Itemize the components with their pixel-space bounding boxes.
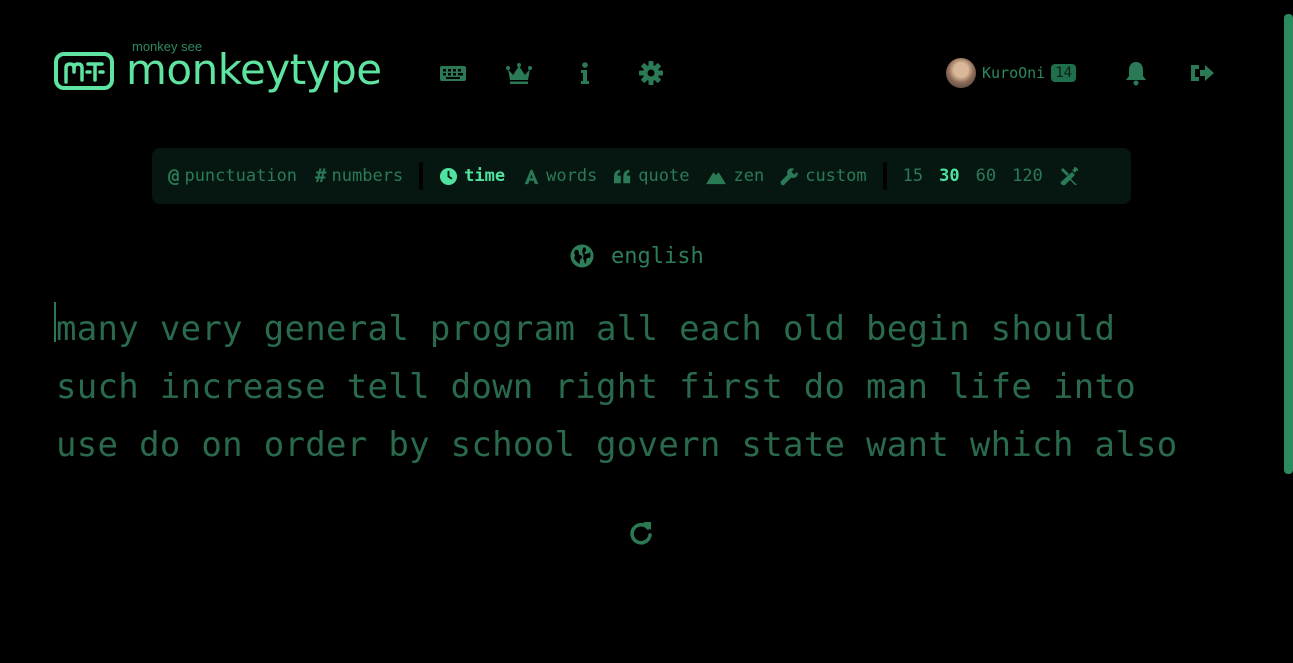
- test-words[interactable]: many very general program all each old b…: [56, 300, 1236, 474]
- mode-custom-label: custom: [805, 166, 867, 186]
- logout-icon[interactable]: [1188, 60, 1216, 86]
- test-config-bar: @ punctuation # numbers time words quote: [152, 148, 1131, 204]
- duration-120-label: 120: [1012, 166, 1043, 186]
- mode-zen[interactable]: zen: [705, 166, 764, 186]
- wrench-icon: [780, 167, 798, 185]
- punctuation-toggle[interactable]: @ punctuation: [168, 165, 297, 187]
- clock-icon: [440, 167, 458, 185]
- hash-icon: #: [315, 165, 327, 187]
- at-icon: @: [168, 165, 180, 187]
- restart-icon[interactable]: [628, 520, 654, 546]
- gear-icon[interactable]: [637, 60, 665, 86]
- language-selector[interactable]: english: [569, 243, 704, 269]
- monkeytype-logo-icon: [54, 52, 114, 90]
- duration-15[interactable]: 15: [903, 166, 923, 186]
- username: KuroOni: [982, 64, 1046, 82]
- bell-icon[interactable]: [1122, 60, 1150, 86]
- duration-60-label: 60: [975, 166, 997, 186]
- tools-icon: [1060, 167, 1078, 186]
- config-divider: [419, 162, 424, 190]
- logo[interactable]: monkey see monkeytype: [54, 38, 382, 92]
- words-line: many very general program all each old b…: [56, 309, 1116, 349]
- custom-duration-button[interactable]: [1059, 166, 1085, 186]
- numbers-toggle[interactable]: # numbers: [315, 165, 403, 187]
- monkeytype-page: monkey see monkeytype KuroOni 14 @ punct…: [0, 0, 1293, 663]
- mode-words-label: words: [546, 166, 598, 186]
- keyboard-icon[interactable]: [439, 60, 467, 86]
- duration-60[interactable]: 60: [976, 166, 996, 186]
- duration-15-label: 15: [902, 166, 924, 186]
- mode-quote[interactable]: quote: [613, 166, 689, 186]
- mode-time[interactable]: time: [439, 166, 505, 186]
- punctuation-label: punctuation: [184, 166, 298, 186]
- logo-title: monkeytype: [126, 45, 382, 94]
- mode-zen-label: zen: [733, 166, 765, 186]
- config-divider: [882, 162, 887, 190]
- logo-subtitle: monkey see: [132, 39, 203, 54]
- page-scrollbar[interactable]: [1284, 14, 1293, 474]
- language-label: english: [611, 243, 704, 269]
- user-account-button[interactable]: KuroOni 14: [946, 58, 1077, 88]
- words-line: use do on order by school govern state w…: [56, 425, 1178, 465]
- quote-icon: [614, 169, 631, 183]
- crown-icon[interactable]: [505, 60, 533, 86]
- mode-time-label: time: [464, 166, 506, 186]
- duration-30-label: 30: [939, 166, 960, 186]
- words-line: such increase tell down right first do m…: [56, 367, 1137, 407]
- duration-120[interactable]: 120: [1012, 166, 1043, 186]
- duration-30[interactable]: 30: [939, 166, 959, 186]
- font-icon: [524, 169, 539, 184]
- mode-custom[interactable]: custom: [780, 166, 867, 186]
- numbers-label: numbers: [331, 166, 404, 186]
- info-icon[interactable]: [571, 60, 599, 86]
- mountain-icon: [706, 167, 727, 185]
- mode-quote-label: quote: [638, 166, 690, 186]
- globe-icon: [570, 244, 594, 268]
- avatar: [946, 58, 976, 88]
- mode-words[interactable]: words: [523, 166, 597, 186]
- level-badge: 14: [1051, 64, 1077, 82]
